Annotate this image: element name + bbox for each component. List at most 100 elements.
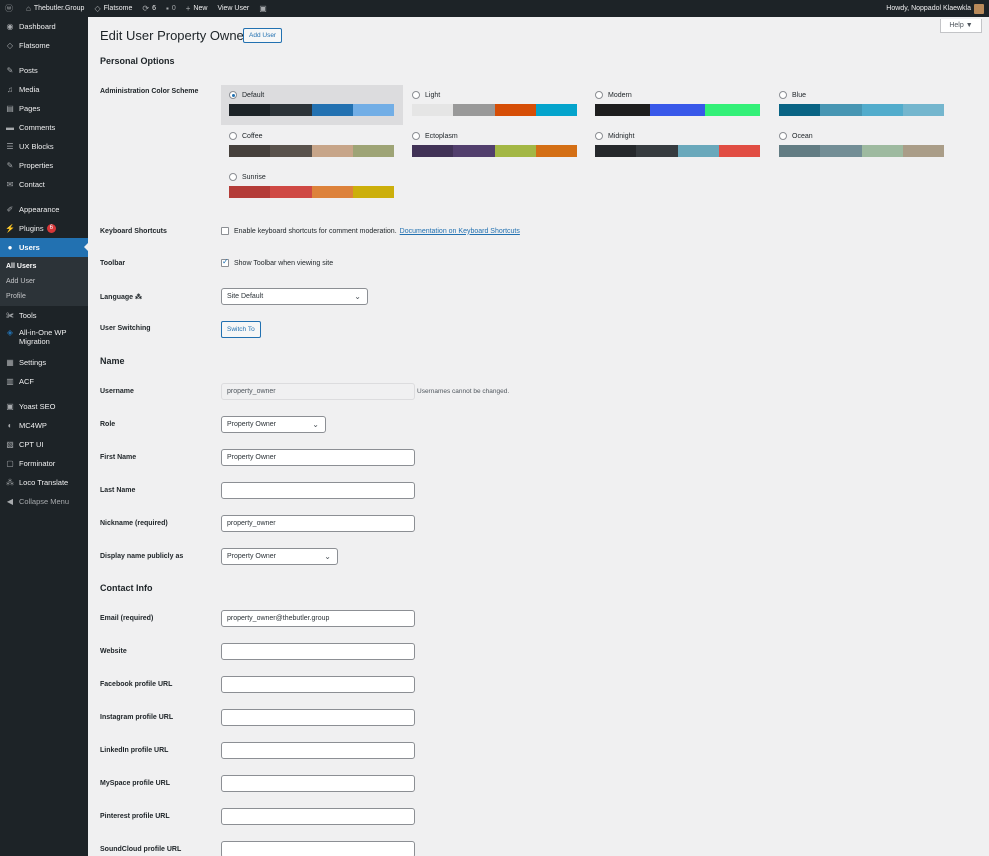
color-scheme-option-label-row: Sunrise — [229, 172, 395, 182]
color-swatch — [861, 145, 903, 157]
color-scheme-radio[interactable] — [229, 132, 237, 140]
color-swatches — [229, 104, 394, 116]
color-scheme-option[interactable]: Ectoplasm — [404, 126, 586, 166]
menu-yoast[interactable]: ▣ Yoast SEO — [0, 397, 88, 416]
color-scheme-option[interactable]: Midnight — [587, 126, 769, 166]
color-scheme-name: Light — [425, 91, 441, 99]
myspace-field[interactable] — [221, 775, 415, 792]
color-scheme-option[interactable]: Modern — [587, 85, 769, 125]
color-swatch — [311, 145, 353, 157]
color-scheme-option[interactable]: Ocean — [771, 126, 953, 166]
display-name-select[interactable]: Property Owner ⌄ — [221, 548, 338, 565]
color-scheme-option[interactable]: Light — [404, 85, 586, 125]
pinterest-field[interactable] — [221, 808, 415, 825]
nickname-field[interactable]: property_owner — [221, 515, 415, 532]
my-account-link[interactable]: Howdy, Noppadol Klaewkla — [881, 0, 989, 17]
color-scheme-radio[interactable] — [412, 91, 420, 99]
menu-forminator[interactable]: ▢ Forminator — [0, 454, 88, 473]
plugins-update-badge: 6 — [46, 224, 56, 233]
greeting-label: Howdy, Noppadol Klaewkla — [886, 5, 971, 12]
contact-info-heading: Contact Info — [100, 583, 153, 593]
menu-cpt-ui[interactable]: ▧ CPT UI — [0, 435, 88, 454]
color-scheme-radio[interactable] — [779, 132, 787, 140]
keyboard-shortcuts-checkbox[interactable] — [221, 227, 229, 235]
site-name-link[interactable]: ⌂ Thebutler.Group — [21, 0, 89, 17]
color-swatch — [412, 145, 454, 157]
keyboard-shortcuts-text: Enable keyboard shortcuts for comment mo… — [234, 227, 397, 235]
menu-comments[interactable]: ▬ Comments — [0, 118, 88, 137]
instagram-field[interactable] — [221, 709, 415, 726]
menu-ux-blocks[interactable]: ☰ UX Blocks — [0, 137, 88, 156]
soundcloud-field[interactable] — [221, 841, 415, 856]
theme-link[interactable]: ◇ Flatsome — [89, 0, 137, 17]
color-swatches — [229, 186, 394, 198]
menu-mc4wp[interactable]: ◐ MC4WP — [0, 416, 88, 435]
menu-settings[interactable]: ▦ Settings — [0, 353, 88, 372]
language-select[interactable]: Site Default ⌄ — [221, 288, 368, 305]
last-name-field[interactable] — [221, 482, 415, 499]
new-content-link[interactable]: + New — [181, 0, 213, 17]
menu-tools[interactable]: ✀ Tools — [0, 306, 88, 325]
submenu-all-users[interactable]: All Users — [0, 259, 88, 274]
menu-dashboard[interactable]: ◉ Dashboard — [0, 17, 88, 36]
color-scheme-radio[interactable] — [229, 91, 237, 99]
menu-users[interactable]: ● Users — [0, 238, 88, 257]
view-user-link[interactable]: View User — [212, 0, 254, 17]
submenu-add-user[interactable]: Add User — [0, 274, 88, 289]
color-scheme-option[interactable]: Sunrise — [221, 167, 403, 207]
menu-properties[interactable]: ✎ Properties — [0, 156, 88, 175]
facebook-field[interactable] — [221, 676, 415, 693]
updates-link[interactable]: ⟳ 6 — [137, 0, 161, 17]
facebook-label: Facebook profile URL — [100, 681, 173, 688]
role-select-value: Property Owner — [227, 421, 277, 428]
first-name-field[interactable]: Property Owner — [221, 449, 415, 466]
color-scheme-radio[interactable] — [595, 91, 603, 99]
yoast-icon: ▣ — [6, 402, 14, 411]
menu-plugins[interactable]: ⚡ Plugins 6 — [0, 219, 88, 238]
menu-media[interactable]: ♫ Media — [0, 80, 88, 99]
color-scheme-radio[interactable] — [412, 132, 420, 140]
color-scheme-option[interactable]: Coffee — [221, 126, 403, 166]
menu-pages[interactable]: ▤ Pages — [0, 99, 88, 118]
collapse-menu-button[interactable]: ◀ Collapse Menu — [0, 492, 88, 511]
color-scheme-name: Sunrise — [242, 173, 266, 181]
menu-contact[interactable]: ✉ Contact — [0, 175, 88, 194]
color-scheme-name: Default — [242, 91, 265, 99]
keyboard-shortcuts-doc-link[interactable]: Documentation on Keyboard Shortcuts — [400, 228, 520, 235]
role-select[interactable]: Property Owner ⌄ — [221, 416, 326, 433]
color-scheme-name: Ocean — [792, 132, 813, 140]
help-tab-button[interactable]: Help ▼ — [940, 19, 982, 33]
menu-flatsome[interactable]: ◇ Flatsome — [0, 36, 88, 55]
menu-label-line2: Migration — [19, 337, 50, 346]
email-field[interactable]: property_owner@thebutler.group — [221, 610, 415, 627]
color-scheme-option[interactable]: Blue — [771, 85, 953, 125]
yoast-link[interactable]: ▣ — [254, 0, 275, 17]
add-user-button[interactable]: Add User — [243, 28, 283, 43]
wordpress-logo-menu[interactable]: ⓦ — [0, 0, 21, 17]
chevron-down-icon: ⌄ — [324, 552, 331, 561]
dashboard-icon: ◉ — [6, 22, 14, 31]
submenu-profile[interactable]: Profile — [0, 289, 88, 304]
color-scheme-radio[interactable] — [779, 91, 787, 99]
color-swatch — [535, 145, 577, 157]
color-scheme-label: Administration Color Scheme — [100, 88, 199, 95]
pin-icon: ✎ — [6, 66, 14, 75]
color-scheme-radio[interactable] — [595, 132, 603, 140]
comments-link[interactable]: ▪ 0 — [161, 0, 181, 17]
menu-appearance[interactable]: ✐ Appearance — [0, 200, 88, 219]
menu-migration[interactable]: ◈ All-in-One WP Migration — [0, 325, 88, 353]
menu-posts[interactable]: ✎ Posts — [0, 61, 88, 80]
switch-to-button[interactable]: Switch To — [221, 321, 261, 338]
website-field[interactable] — [221, 643, 415, 660]
color-scheme-option[interactable]: Default — [221, 85, 403, 125]
instagram-label: Instagram profile URL — [100, 714, 174, 721]
menu-label: UX Blocks — [19, 142, 54, 151]
menu-loco-translate[interactable]: ⁂ Loco Translate — [0, 473, 88, 492]
toolbar-text: Show Toolbar when viewing site — [234, 259, 334, 267]
toolbar-checkbox[interactable] — [221, 257, 229, 267]
color-swatches — [412, 145, 577, 157]
color-swatch — [902, 104, 944, 116]
menu-acf[interactable]: ▥ ACF — [0, 372, 88, 391]
color-scheme-radio[interactable] — [229, 173, 237, 181]
linkedin-field[interactable] — [221, 742, 415, 759]
